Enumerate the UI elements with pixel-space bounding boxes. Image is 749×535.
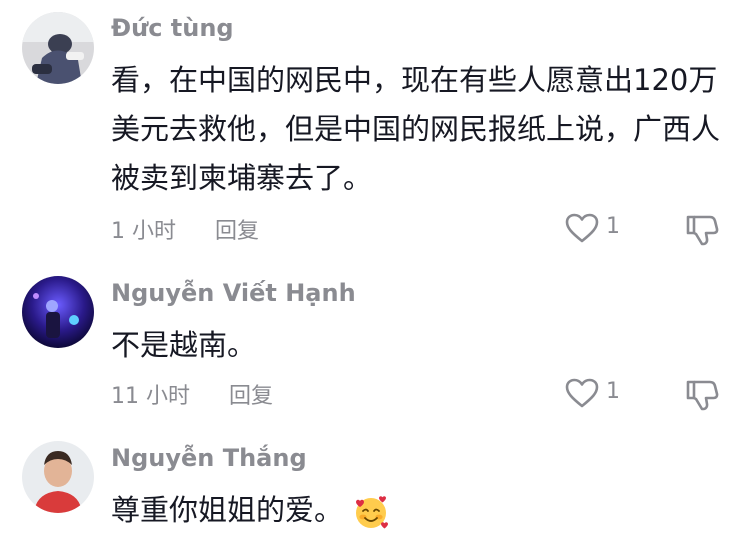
comment-username[interactable]: Nguyễn Thắng [111, 444, 307, 472]
like-count: 1 [606, 214, 620, 239]
comment-text: 不是越南。 [111, 328, 257, 362]
avatar[interactable] [22, 441, 94, 513]
heart-outline-icon [565, 213, 599, 243]
dislike-button[interactable] [682, 208, 722, 248]
comment-timestamp: 11 小时 [111, 384, 190, 409]
thumbs-down-icon [686, 215, 719, 246]
comment-text: 看，在中国的网民中，现在有些人愿意出120万美元去救他，但是中国的网民报纸上说，… [111, 63, 721, 195]
like-count: 1 [606, 379, 620, 404]
comment-text: 尊重你姐姐的爱。 [111, 486, 721, 535]
like-button[interactable]: 1 [562, 208, 632, 248]
comment-meta: 11 小时 回复 [111, 378, 273, 410]
comment-meta: 1 小时 回复 [111, 213, 259, 245]
avatar[interactable] [22, 12, 94, 84]
like-button[interactable]: 1 [562, 373, 632, 413]
dislike-button[interactable] [682, 373, 722, 413]
smiling-face-with-hearts-icon [356, 496, 389, 529]
avatar[interactable] [22, 276, 94, 348]
heart-outline-icon [565, 378, 599, 408]
reply-button[interactable]: 回复 [229, 384, 273, 409]
reply-button[interactable]: 回复 [215, 219, 259, 244]
comment-text-content: 尊重你姐姐的爱。 [111, 493, 344, 527]
comment-username[interactable]: Đức tùng [111, 14, 234, 42]
comment-timestamp: 1 小时 [111, 219, 176, 244]
comment-username[interactable]: Nguyễn Viết Hạnh [111, 279, 356, 307]
thumbs-down-icon [686, 380, 719, 411]
